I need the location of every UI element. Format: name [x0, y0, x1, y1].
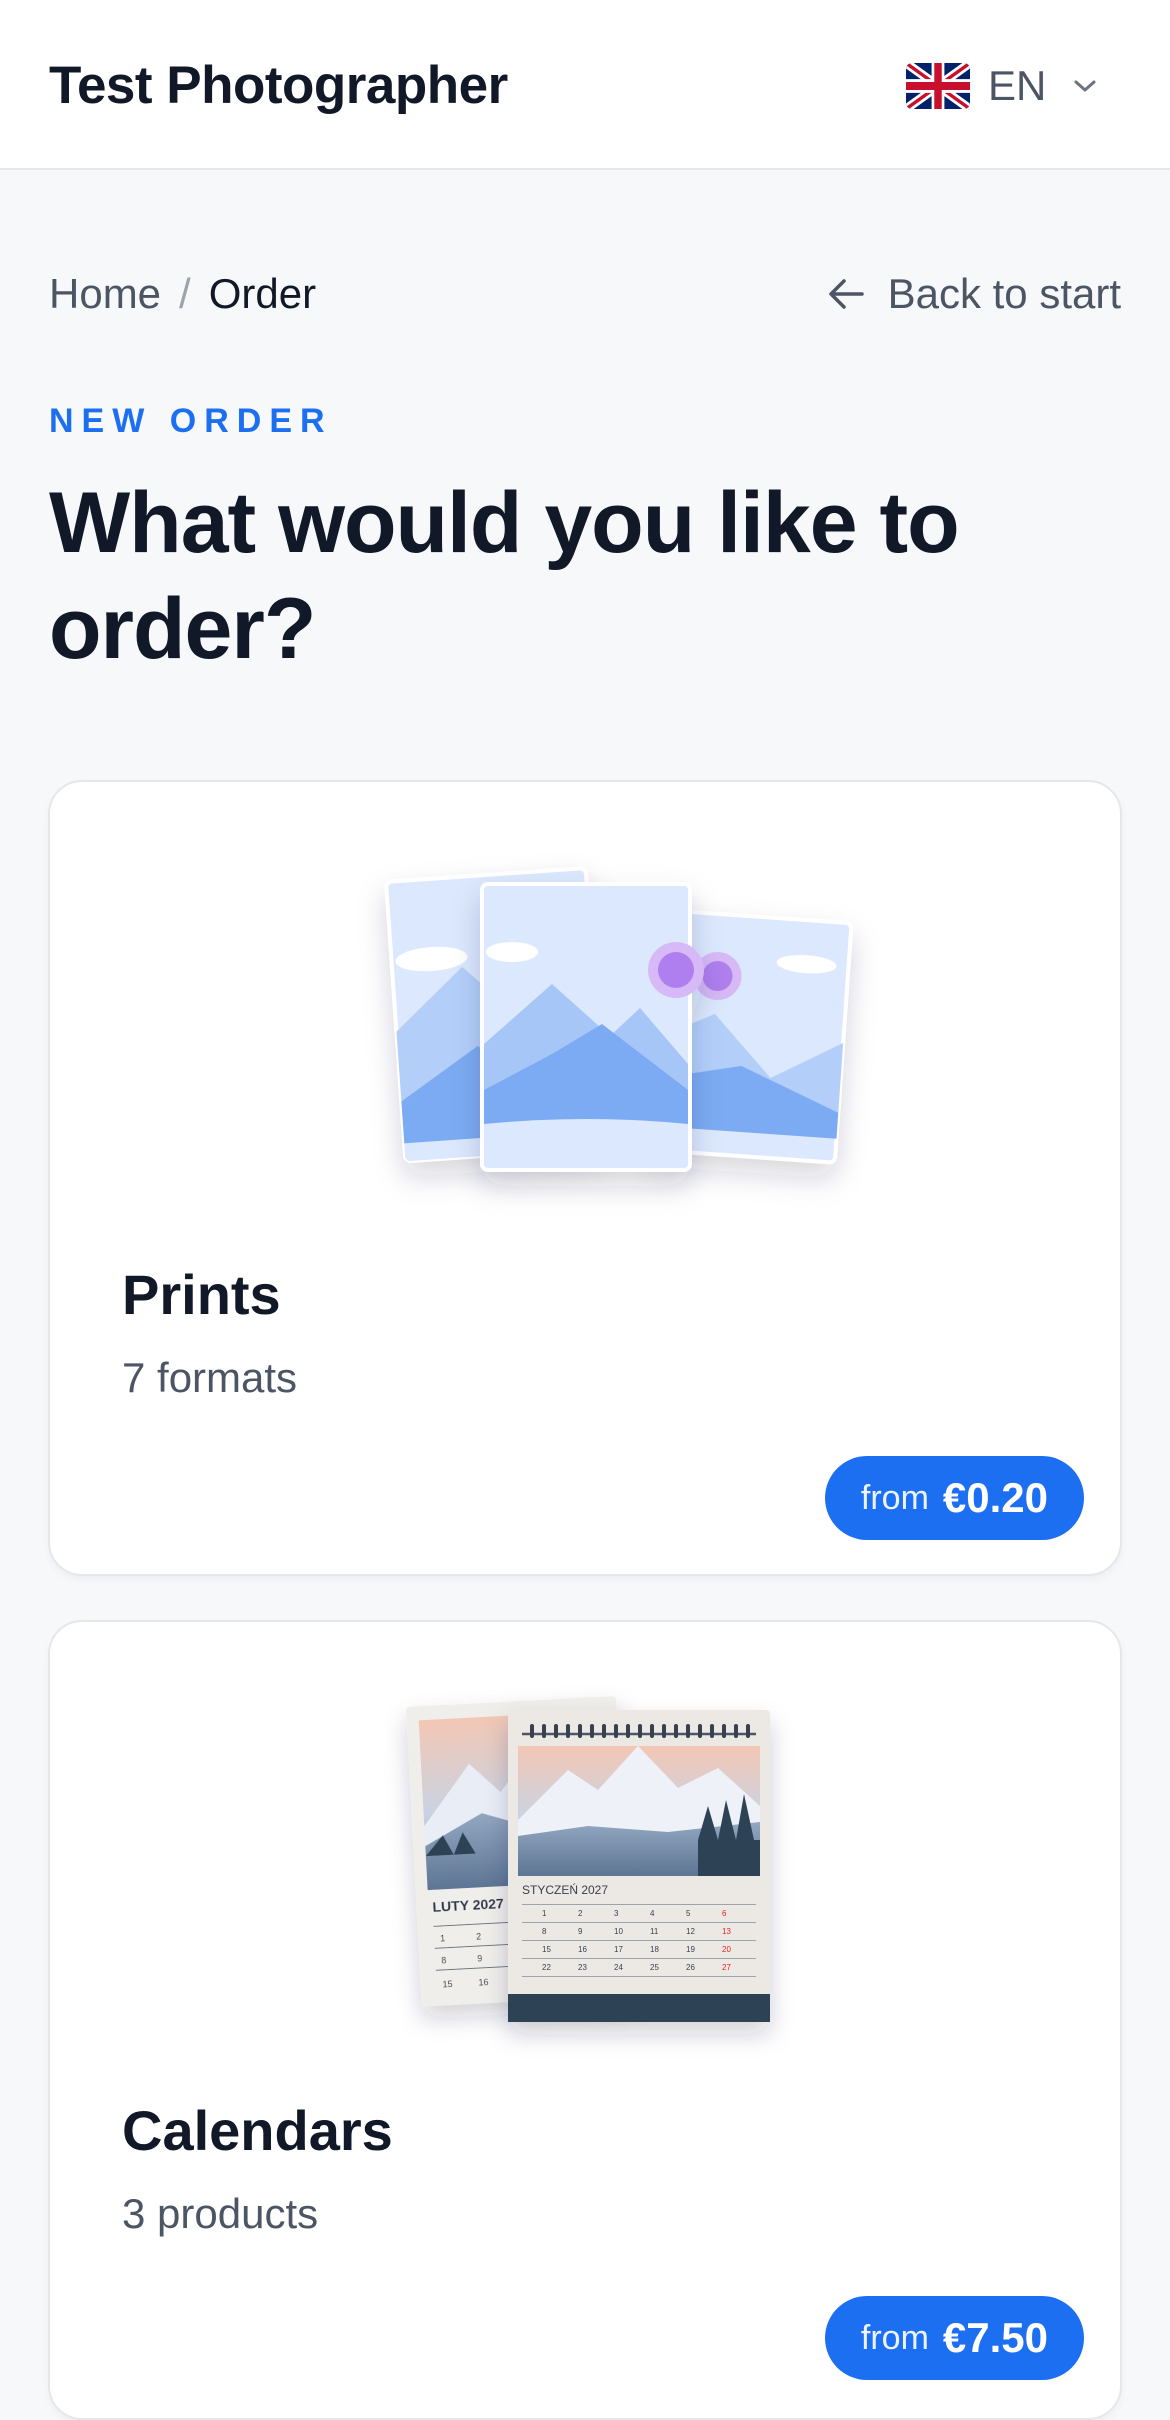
- product-card-prints[interactable]: Prints 7 formats from €0.20: [48, 780, 1122, 1576]
- svg-text:1: 1: [440, 1933, 446, 1943]
- product-subtitle: 7 formats: [122, 1354, 298, 1401]
- svg-text:16: 16: [478, 1977, 489, 1988]
- svg-text:22: 22: [542, 1963, 551, 1972]
- svg-text:12: 12: [686, 1927, 695, 1936]
- language-code: EN: [988, 62, 1047, 109]
- svg-text:2: 2: [578, 1909, 583, 1918]
- chevron-down-icon: [1074, 80, 1096, 92]
- svg-text:17: 17: [614, 1945, 623, 1954]
- price-value: €7.50: [942, 2314, 1048, 2361]
- svg-text:9: 9: [578, 1927, 583, 1936]
- product-title: Calendars: [122, 2099, 393, 2162]
- breadcrumb: Home / Order: [49, 270, 316, 318]
- svg-text:11: 11: [650, 1927, 659, 1936]
- product-subtitle: 3 products: [122, 2190, 319, 2237]
- svg-text:13: 13: [722, 1927, 731, 1936]
- svg-text:8: 8: [441, 1955, 447, 1965]
- breadcrumb-current: Order: [208, 270, 317, 317]
- svg-text:6: 6: [722, 1909, 727, 1918]
- page-title: What would you like to order?: [49, 475, 960, 677]
- svg-text:27: 27: [722, 1963, 731, 1972]
- product-title: Prints: [122, 1263, 281, 1326]
- svg-text:16: 16: [578, 1945, 587, 1954]
- calendars-illustration-icon: LUTY 2027 123 8910 151617: [406, 1696, 770, 2022]
- price-badge[interactable]: from €7.50: [824, 2296, 1084, 2380]
- price-prefix: from: [860, 1478, 929, 1517]
- calendar-month-front: STYCZEŃ 2027: [522, 1882, 608, 1897]
- uk-flag-icon: [906, 63, 970, 109]
- arrow-left-icon: [828, 279, 864, 309]
- price-badge[interactable]: from €0.20: [824, 1456, 1084, 1540]
- price-prefix: from: [860, 2318, 929, 2357]
- svg-text:19: 19: [686, 1945, 695, 1954]
- svg-text:5: 5: [686, 1909, 691, 1918]
- product-card-calendars[interactable]: LUTY 2027 123 8910 151617: [48, 1620, 1122, 2420]
- svg-text:2: 2: [476, 1931, 482, 1941]
- svg-text:25: 25: [650, 1963, 659, 1972]
- svg-text:10: 10: [614, 1927, 623, 1936]
- price-value: €0.20: [942, 1474, 1048, 1521]
- language-selector[interactable]: EN: [906, 56, 1098, 116]
- svg-text:8: 8: [542, 1927, 547, 1936]
- breadcrumb-separator: /: [179, 270, 191, 317]
- back-to-start-link[interactable]: Back to start: [826, 270, 1121, 318]
- svg-text:3: 3: [614, 1909, 619, 1918]
- svg-text:1: 1: [542, 1909, 547, 1918]
- prints-illustration-icon: [384, 866, 854, 1172]
- back-to-start-label: Back to start: [887, 270, 1121, 317]
- svg-text:9: 9: [477, 1953, 483, 1963]
- svg-text:18: 18: [650, 1945, 659, 1954]
- brand-name[interactable]: Test Photographer: [49, 55, 508, 116]
- section-eyebrow: NEW ORDER: [49, 402, 333, 440]
- svg-text:23: 23: [578, 1963, 587, 1972]
- breadcrumb-home-link[interactable]: Home: [49, 270, 161, 318]
- svg-text:24: 24: [614, 1963, 623, 1972]
- svg-text:26: 26: [686, 1963, 695, 1972]
- svg-text:20: 20: [722, 1945, 731, 1954]
- svg-text:15: 15: [442, 1979, 453, 1990]
- top-bar: Test Photographer EN: [0, 0, 1170, 170]
- svg-text:4: 4: [650, 1909, 655, 1918]
- svg-text:15: 15: [542, 1945, 551, 1954]
